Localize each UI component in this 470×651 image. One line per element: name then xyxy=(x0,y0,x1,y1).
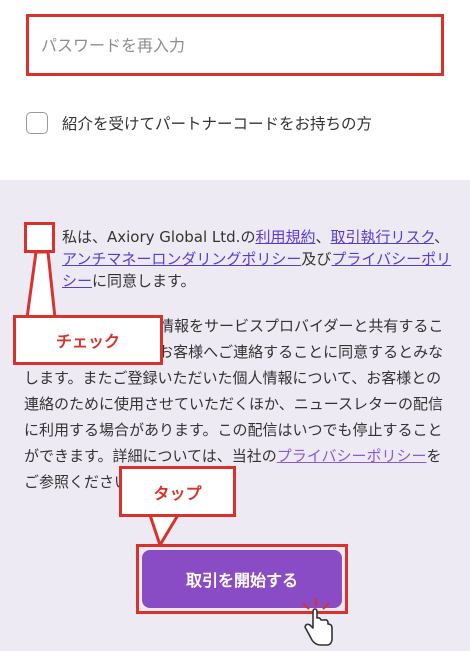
cursor-overlay xyxy=(302,598,333,646)
hand-cursor-icon xyxy=(302,598,333,646)
